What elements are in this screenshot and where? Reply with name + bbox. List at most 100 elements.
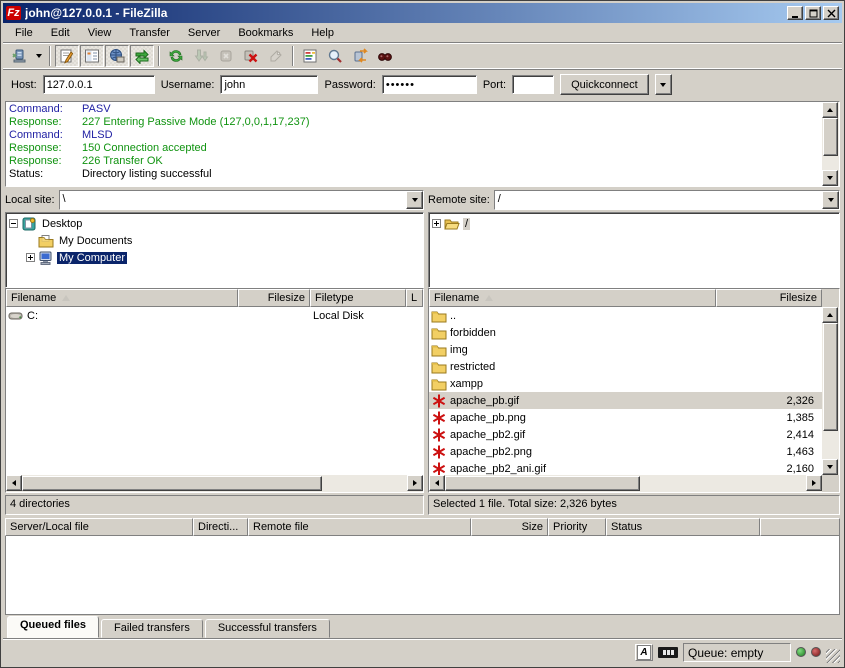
scroll-up-button[interactable] bbox=[822, 307, 838, 323]
toggle-queue-button[interactable] bbox=[130, 45, 154, 67]
scroll-down-button[interactable] bbox=[822, 459, 838, 475]
toggle-remote-tree-button[interactable] bbox=[105, 45, 129, 67]
combo-dropdown-button[interactable] bbox=[406, 191, 423, 209]
cancel-current-button[interactable] bbox=[214, 45, 238, 67]
queue-column-local-file[interactable]: Server/Local file bbox=[5, 518, 193, 536]
tree-item-my-computer[interactable]: My Computer bbox=[6, 249, 423, 266]
menu-help[interactable]: Help bbox=[303, 25, 342, 41]
remote-column-filename[interactable]: Filename bbox=[429, 289, 716, 307]
remote-file-row-selected[interactable]: apache_pb.gif2,326 bbox=[429, 392, 822, 409]
local-column-filetype[interactable]: Filetype bbox=[310, 289, 406, 307]
scroll-thumb[interactable] bbox=[445, 476, 640, 491]
scroll-thumb[interactable] bbox=[823, 323, 838, 431]
scroll-up-button[interactable] bbox=[822, 102, 838, 118]
remote-site-label: Remote site: bbox=[428, 194, 490, 206]
local-column-filesize[interactable]: Filesize bbox=[238, 289, 310, 307]
local-column-modified[interactable]: L bbox=[406, 289, 423, 307]
menu-server[interactable]: Server bbox=[180, 25, 228, 41]
tab-successful-transfers[interactable]: Successful transfers bbox=[205, 619, 330, 638]
drive-icon bbox=[8, 308, 24, 324]
local-column-filename[interactable]: Filename bbox=[6, 289, 238, 307]
scroll-thumb[interactable] bbox=[22, 476, 322, 491]
remote-file-row[interactable]: .. bbox=[429, 307, 822, 324]
menu-bookmarks[interactable]: Bookmarks bbox=[230, 25, 301, 41]
scroll-down-button[interactable] bbox=[822, 170, 838, 186]
menu-file[interactable]: File bbox=[7, 25, 41, 41]
expand-icon[interactable] bbox=[432, 219, 441, 228]
remote-file-row[interactable]: apache_pb.png1,385 bbox=[429, 409, 822, 426]
scroll-right-button[interactable] bbox=[407, 475, 423, 491]
close-button[interactable] bbox=[823, 6, 839, 20]
quickconnect-dropdown[interactable] bbox=[655, 74, 672, 95]
log-vertical-scrollbar[interactable] bbox=[822, 102, 839, 186]
transfer-type-indicator[interactable]: A bbox=[635, 644, 653, 661]
remote-file-row[interactable]: img bbox=[429, 341, 822, 358]
queue-column-direction[interactable]: Directi... bbox=[193, 518, 248, 536]
port-input[interactable] bbox=[512, 75, 554, 94]
scroll-left-button[interactable] bbox=[6, 475, 22, 491]
local-file-row[interactable]: C: Local Disk bbox=[6, 307, 423, 324]
maximize-button[interactable] bbox=[805, 6, 821, 20]
queue-column-priority[interactable]: Priority bbox=[548, 518, 606, 536]
username-input[interactable] bbox=[220, 75, 318, 94]
menu-view[interactable]: View bbox=[80, 25, 120, 41]
folder-icon bbox=[431, 325, 447, 341]
toolbar-separator bbox=[49, 46, 51, 66]
refresh-button[interactable] bbox=[164, 45, 188, 67]
title-bar[interactable]: Fz john@127.0.0.1 - FileZilla bbox=[3, 3, 842, 23]
remote-file-row[interactable]: xampp bbox=[429, 375, 822, 392]
remote-file-row[interactable]: apache_pb2.gif2,414 bbox=[429, 426, 822, 443]
queue-column-status[interactable]: Status bbox=[606, 518, 760, 536]
collapse-icon[interactable] bbox=[9, 219, 18, 228]
remote-file-row[interactable]: apache_pb2.png1,463 bbox=[429, 443, 822, 460]
disconnect-button[interactable] bbox=[264, 45, 288, 67]
site-manager-button[interactable] bbox=[7, 45, 31, 67]
host-input[interactable] bbox=[43, 75, 155, 94]
synchronized-browsing-button[interactable] bbox=[348, 45, 372, 67]
remote-column-filesize[interactable]: Filesize bbox=[716, 289, 822, 307]
queue-column-filler bbox=[760, 518, 840, 536]
folder-icon bbox=[431, 308, 447, 324]
tree-item-root[interactable]: / bbox=[429, 215, 839, 232]
remote-file-row[interactable]: restricted bbox=[429, 358, 822, 375]
local-horizontal-scrollbar[interactable] bbox=[6, 475, 423, 492]
minimize-button[interactable] bbox=[787, 6, 803, 20]
local-site-combo[interactable]: \ bbox=[59, 190, 424, 210]
filter-button[interactable] bbox=[298, 45, 322, 67]
scroll-left-button[interactable] bbox=[429, 475, 445, 491]
toolbar bbox=[3, 43, 842, 69]
scroll-right-button[interactable] bbox=[806, 475, 822, 491]
log-line: Command:MLSD bbox=[6, 129, 822, 142]
remote-vertical-scrollbar[interactable] bbox=[822, 307, 839, 475]
resize-grip[interactable] bbox=[826, 649, 840, 663]
combo-dropdown-button[interactable] bbox=[822, 191, 839, 209]
tree-item-my-documents[interactable]: My Documents bbox=[6, 232, 423, 249]
menu-transfer[interactable]: Transfer bbox=[121, 25, 178, 41]
remote-file-row[interactable]: forbidden bbox=[429, 324, 822, 341]
expand-icon[interactable] bbox=[26, 253, 35, 262]
remote-site-combo[interactable]: / bbox=[494, 190, 840, 210]
site-manager-dropdown[interactable] bbox=[32, 45, 45, 67]
menu-edit[interactable]: Edit bbox=[43, 25, 78, 41]
remote-file-row[interactable]: apache_pb2_ani.gif2,160 bbox=[429, 460, 822, 475]
log-line: Response:227 Entering Passive Mode (127,… bbox=[6, 116, 822, 129]
find-button[interactable] bbox=[373, 45, 397, 67]
process-queue-button[interactable] bbox=[189, 45, 213, 67]
directory-comparison-button[interactable] bbox=[323, 45, 347, 67]
cancel-operation-button[interactable] bbox=[239, 45, 263, 67]
toggle-tree-view-button[interactable] bbox=[80, 45, 104, 67]
image-file-icon bbox=[431, 444, 447, 460]
tab-failed-transfers[interactable]: Failed transfers bbox=[101, 619, 203, 638]
speed-limit-icon[interactable] bbox=[658, 647, 678, 658]
password-input[interactable] bbox=[382, 75, 477, 94]
scroll-thumb[interactable] bbox=[823, 118, 838, 156]
quickconnect-button[interactable]: Quickconnect bbox=[560, 74, 649, 95]
remote-horizontal-scrollbar[interactable] bbox=[429, 475, 822, 492]
my-documents-folder-icon bbox=[38, 233, 54, 249]
queue-column-remote-file[interactable]: Remote file bbox=[248, 518, 471, 536]
toggle-message-log-button[interactable] bbox=[55, 45, 79, 67]
tree-item-desktop[interactable]: Desktop bbox=[6, 215, 423, 232]
queue-list-area[interactable] bbox=[5, 536, 840, 615]
tab-queued-files[interactable]: Queued files bbox=[7, 616, 99, 638]
queue-column-size[interactable]: Size bbox=[471, 518, 548, 536]
